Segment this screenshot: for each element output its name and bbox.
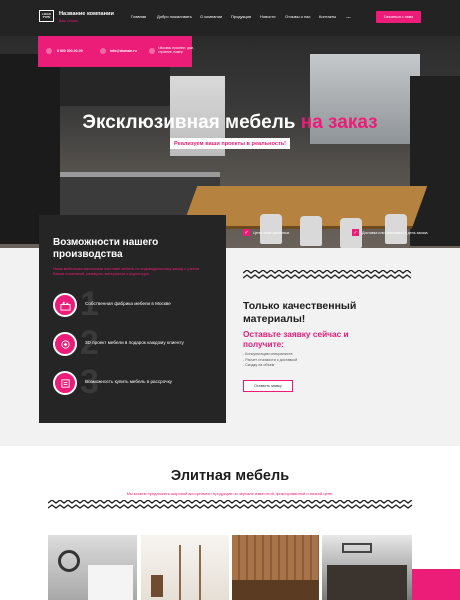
hero-feature-price: ✓ Цены ниже рыночных — [243, 229, 289, 236]
ladder-shelf — [179, 545, 201, 600]
product-tile[interactable] — [232, 535, 319, 600]
nav-item-about[interactable]: О компании — [200, 14, 222, 19]
logo[interactable]: LOGO TYPE — [39, 10, 54, 22]
furniture-shape — [151, 575, 163, 597]
hero-subtitle: Реализуем ваши проекты в реальность! — [170, 138, 291, 149]
contact-address: г.Москва, проспект, дом, строение, номер — [158, 46, 194, 55]
list-item: - Консультацию специалиста — [243, 352, 293, 356]
zigzag-divider — [243, 270, 411, 279]
capabilities-title: Возможности нашего производства — [53, 237, 159, 260]
nav-item-news[interactable]: Новости — [260, 14, 275, 19]
hero-title-main: Эксклюзивная мебель — [82, 112, 296, 133]
window-decor — [342, 543, 372, 553]
phone-icon — [46, 48, 52, 54]
zigzag-divider — [48, 500, 413, 509]
capabilities-description: Наша мебельная мастерская изготовит мебе… — [53, 267, 200, 276]
location-icon — [149, 48, 155, 54]
elite-title: Элитная мебель — [170, 468, 290, 484]
nav-item-home[interactable]: Главная — [131, 14, 146, 19]
benefits-list: - Консультацию специалиста - Расчет стои… — [243, 352, 297, 369]
furniture-shape — [327, 565, 407, 600]
list-item: - Скидку на объем — [243, 363, 275, 368]
nav-item-reviews[interactable]: Отзывы о нас — [285, 14, 311, 19]
check-icon: ✓ — [352, 229, 359, 236]
brand-name: Название компании — [59, 11, 114, 17]
capability-item: 2 3D проект мебели в подарок каждому кли… — [53, 326, 223, 360]
mirror-decor — [58, 550, 80, 572]
contact-phone[interactable]: 8 800 000-00-00 — [57, 49, 83, 53]
contact-bar: 8 800 000-00-00 info@domain.ru г.Москва,… — [38, 36, 194, 67]
product-tile[interactable] — [48, 535, 137, 600]
installment-icon — [53, 371, 77, 395]
capability-item: 3 Возможность купить мебель в рассрочку — [53, 365, 223, 399]
hero-feature-delivery: ✓ Доставка или самовывоз в день заказа — [352, 229, 428, 236]
capability-item: 1 Собственная фабрика мебели в Москве — [53, 287, 223, 321]
capability-label: 3D проект мебели в подарок каждому клиен… — [85, 340, 184, 345]
hero-upper-cabinets — [60, 66, 170, 106]
capabilities-card: Возможности нашего производства Наша меб… — [39, 215, 226, 423]
hero-feature-label: Цены ниже рыночных — [253, 230, 290, 235]
product-tile[interactable] — [141, 535, 229, 600]
leave-request-button[interactable]: Оставить заявку — [243, 380, 293, 392]
nav-more-button[interactable]: ... — [346, 13, 351, 20]
contact-email[interactable]: info@domain.ru — [110, 49, 137, 53]
quality-cta-text: Оставьте заявку сейчас и получите: — [243, 329, 349, 349]
accent-block — [412, 569, 460, 600]
nav-item-contacts[interactable]: Контакты — [319, 14, 336, 19]
elite-subtitle: Мы можем предложить широкий ассортимент … — [126, 491, 334, 496]
logo-text: LOGO TYPE — [42, 12, 51, 19]
site-header: LOGO TYPE Название компании Ваш слоган Г… — [0, 0, 460, 36]
hero-feature-label: Доставка или самовывоз в день заказа — [362, 230, 428, 235]
hero-title-accent: на заказ — [300, 112, 378, 133]
contact-us-button[interactable]: Связаться с нами — [376, 11, 421, 23]
page: LOGO TYPE Название компании Ваш слоган Г… — [0, 0, 460, 600]
brand-tagline: Ваш слоган — [59, 19, 78, 23]
hero-tall-cabinet — [410, 76, 460, 246]
hero-chair — [300, 216, 322, 246]
factory-icon — [53, 293, 77, 317]
furniture-shape — [232, 580, 319, 600]
product-tile[interactable] — [322, 535, 412, 600]
capability-label: Собственная фабрика мебели в Москве — [85, 301, 171, 306]
furniture-shape — [88, 565, 133, 600]
mail-icon — [100, 48, 106, 54]
hero-title: Эксклюзивная мебель на заказ — [0, 112, 460, 134]
hero-countertop — [60, 172, 220, 177]
design-icon — [53, 332, 77, 356]
quality-title: Только качественный материалы! — [243, 300, 357, 325]
nav-item-welcome[interactable]: Добро пожаловать — [157, 14, 192, 19]
nav-item-products[interactable]: Продукция — [231, 14, 251, 19]
capability-label: Возможность купить мебель в рассрочку — [85, 379, 172, 384]
check-icon: ✓ — [243, 229, 250, 236]
